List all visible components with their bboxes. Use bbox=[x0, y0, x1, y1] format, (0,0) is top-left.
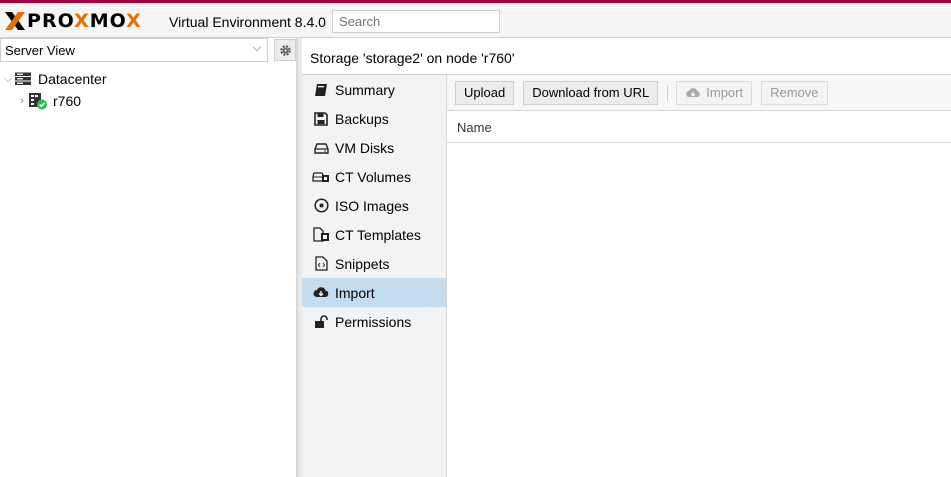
expand-toggle-icon[interactable]: › bbox=[16, 95, 28, 107]
nav-item-import[interactable]: Import bbox=[302, 278, 446, 307]
search-input[interactable] bbox=[332, 10, 500, 33]
nav-item-vm-disks[interactable]: VM Disks bbox=[302, 133, 446, 162]
import-button-label: Import bbox=[706, 85, 744, 100]
view-selector-value: Server View bbox=[5, 43, 75, 58]
ct-volume-icon bbox=[312, 172, 329, 182]
import-button[interactable]: Import bbox=[676, 80, 753, 105]
nav-item-label: CT Volumes bbox=[335, 168, 411, 185]
version-label: Virtual Environment 8.4.0 bbox=[169, 14, 326, 30]
proxmox-x-icon bbox=[5, 12, 25, 30]
column-header-name[interactable]: Name bbox=[447, 111, 951, 143]
nav-item-label: Backups bbox=[335, 110, 389, 127]
nav-item-label: Summary bbox=[335, 81, 395, 98]
tree-item-label: r760 bbox=[53, 93, 82, 109]
nav-item-summary[interactable]: Summary bbox=[302, 75, 446, 104]
toolbar-separator bbox=[667, 84, 669, 101]
chevron-down-icon: ⌵ bbox=[252, 42, 261, 54]
collapse-toggle-icon[interactable]: ⌵ bbox=[2, 73, 14, 86]
download-from-url-button[interactable]: Download from URL bbox=[523, 80, 659, 105]
ct-template-icon bbox=[312, 227, 329, 242]
nav-item-label: CT Templates bbox=[335, 226, 421, 243]
import-panel: Upload Download from URL Import Remove N… bbox=[447, 75, 951, 477]
toolbar: Upload Download from URL Import Remove bbox=[447, 75, 951, 111]
datacenter-icon bbox=[15, 72, 31, 85]
nav-item-label: Snippets bbox=[335, 255, 390, 272]
book-icon bbox=[315, 83, 327, 96]
view-selector[interactable]: Server View ⌵ bbox=[0, 38, 268, 62]
nav-item-label: VM Disks bbox=[335, 139, 395, 156]
nav-item-label: Import bbox=[335, 284, 375, 301]
cloud-download-icon bbox=[313, 287, 329, 297]
nav-item-snippets[interactable]: Snippets bbox=[302, 249, 446, 278]
hdd-icon bbox=[313, 142, 329, 154]
nav-item-label: Permissions bbox=[335, 313, 412, 330]
nav-item-ct-volumes[interactable]: CT Volumes bbox=[302, 162, 446, 191]
storage-nav: Summary Backups VM Disks CT Volumes ISO … bbox=[302, 75, 447, 477]
unlock-icon bbox=[315, 314, 328, 328]
nav-item-label: ISO Images bbox=[335, 197, 409, 214]
cloud-download-icon bbox=[686, 87, 700, 97]
upload-button[interactable]: Upload bbox=[455, 80, 515, 105]
settings-button[interactable] bbox=[274, 39, 296, 61]
resource-tree-panel: Server View ⌵ ⌵ Datacenter › r760 bbox=[0, 38, 297, 477]
tree-item-node[interactable]: › r760 bbox=[0, 90, 297, 112]
logo-text: PROXMOX bbox=[27, 10, 142, 32]
nav-item-iso-images[interactable]: ISO Images bbox=[302, 191, 446, 220]
tree-item-label: Datacenter bbox=[38, 71, 107, 87]
header: PROXMOX Virtual Environment 8.4.0 bbox=[0, 3, 951, 38]
floppy-icon bbox=[314, 111, 328, 126]
gear-icon bbox=[279, 44, 291, 56]
code-file-icon bbox=[314, 256, 328, 271]
nav-item-ct-templates[interactable]: CT Templates bbox=[302, 220, 446, 249]
content-panel: Storage 'storage2' on node 'r760' Summar… bbox=[302, 38, 951, 477]
node-online-icon bbox=[29, 93, 47, 110]
tree-item-datacenter[interactable]: ⌵ Datacenter bbox=[0, 68, 297, 90]
resource-tree: ⌵ Datacenter › r760 bbox=[0, 68, 297, 112]
nav-item-backups[interactable]: Backups bbox=[302, 104, 446, 133]
disc-icon bbox=[313, 198, 329, 213]
nav-item-permissions[interactable]: Permissions bbox=[302, 307, 446, 336]
remove-button[interactable]: Remove bbox=[761, 80, 828, 105]
page-title: Storage 'storage2' on node 'r760' bbox=[302, 38, 951, 75]
proxmox-logo[interactable]: PROXMOX bbox=[4, 8, 142, 34]
